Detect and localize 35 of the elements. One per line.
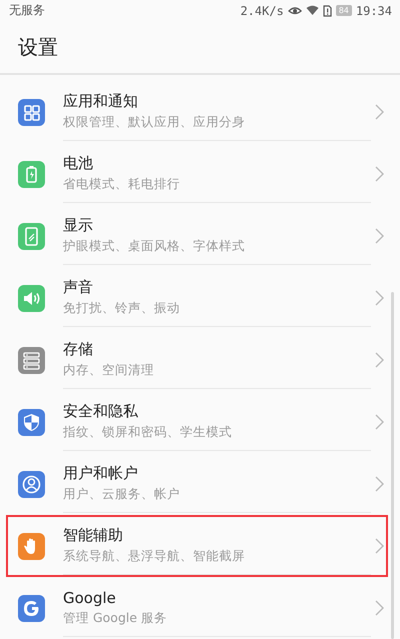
chevron-icon (375, 166, 384, 182)
setting-subtitle: 免打扰、铃声、振动 (63, 300, 180, 317)
setting-title[interactable]: 智能辅助 (63, 526, 123, 545)
chevron-icon (375, 228, 384, 244)
setting-subtitle: 权限管理、默认应用、应用分身 (63, 114, 245, 131)
chevron-icon (375, 538, 384, 554)
chevron-icon (375, 414, 384, 430)
setting-title[interactable]: 显示 (63, 216, 93, 235)
setting-title[interactable]: 存储 (63, 340, 93, 359)
sim-card-icon (322, 4, 332, 17)
carrier-text: 无服务 (9, 2, 46, 20)
setting-subtitle: 省电模式、耗电排行 (63, 176, 180, 193)
chevron-icon (375, 600, 384, 616)
setting-subtitle: 用户、云服务、帐户 (63, 486, 180, 503)
chevron-icon (375, 104, 384, 120)
chevron-icon (375, 476, 384, 492)
page-title: 设置 (18, 34, 58, 61)
setting-subtitle: 管理 Google 服务 (63, 610, 168, 626)
setting-subtitle: 护眼模式、桌面风格、字体样式 (63, 238, 245, 255)
clock-time: 19:34 (356, 4, 392, 18)
setting-subtitle: 系统导航、悬浮导航、智能截屏 (63, 548, 245, 565)
chevron-icon (375, 290, 384, 306)
setting-subtitle: 内存、空间清理 (63, 362, 154, 379)
setting-title[interactable]: 用户和帐户 (63, 464, 138, 483)
chevron-icon (375, 352, 384, 368)
setting-title[interactable]: Google (63, 588, 116, 606)
network-speed: 2.4K/s (240, 4, 284, 18)
wifi-icon (306, 5, 319, 16)
setting-title[interactable]: 安全和隐私 (63, 402, 138, 421)
setting-subtitle: 指纹、锁屏和密码、学生模式 (63, 424, 232, 441)
battery-level: 84 (336, 5, 352, 16)
setting-title[interactable]: 电池 (63, 154, 93, 173)
setting-title[interactable]: 声音 (63, 278, 93, 297)
eye-icon (288, 5, 302, 16)
setting-title[interactable]: 应用和通知 (63, 92, 138, 111)
